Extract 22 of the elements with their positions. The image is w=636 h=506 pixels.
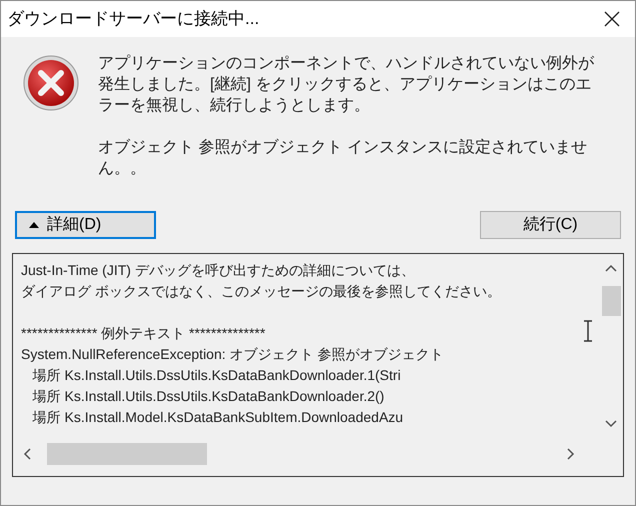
details-line: 場所 Ks.Install.Model.KsDataBankSubItem.DownloadedAzu (32, 408, 404, 427)
details-line: 場所 Ks.Install.Utils.DssUtils.KsDataBankDownloader.2() (32, 387, 384, 406)
scroll-down-icon[interactable] (605, 420, 617, 428)
text-cursor-icon (583, 320, 593, 342)
close-icon (604, 11, 620, 27)
details-line: System.NullReferenceException: オブジェクト 参照がオブジェクト (21, 345, 444, 364)
caret-up-icon (29, 222, 39, 228)
scrollbar-thumb[interactable] (47, 443, 207, 465)
continue-button[interactable]: 続行(C) (480, 211, 621, 239)
details-line: ダイアログ ボックスではなく、このメッセージの最後を参照してください。 (21, 282, 501, 301)
scroll-up-icon[interactable] (605, 264, 617, 272)
details-line: 場所 Ks.Install.Utils.DssUtils.KsDataBankDownloader.1(Stri (32, 366, 401, 385)
error-message: アプリケーションのコンポーネントで、ハンドルされていない例外が発生しました。[継続] をクリックすると、アプリケーションはこのエラーを無視し、続行しようとします。 (98, 54, 596, 116)
error-message: オブジェクト 参照がオブジェクト インスタンスに設定されていません。。 (98, 138, 588, 179)
details-line: ************** 例外テキスト ************** (21, 324, 266, 343)
scroll-right-icon[interactable] (567, 448, 575, 460)
error-icon (23, 55, 79, 111)
details-line: Just-In-Time (JIT) デバッグを呼び出すための詳細については、 (21, 261, 415, 280)
scrollbar-thumb[interactable] (602, 286, 621, 316)
window-title: ダウンロードサーバーに接続中... (7, 8, 260, 30)
scroll-left-icon[interactable] (23, 448, 31, 460)
details-button[interactable]: 詳細(D) (15, 211, 156, 239)
